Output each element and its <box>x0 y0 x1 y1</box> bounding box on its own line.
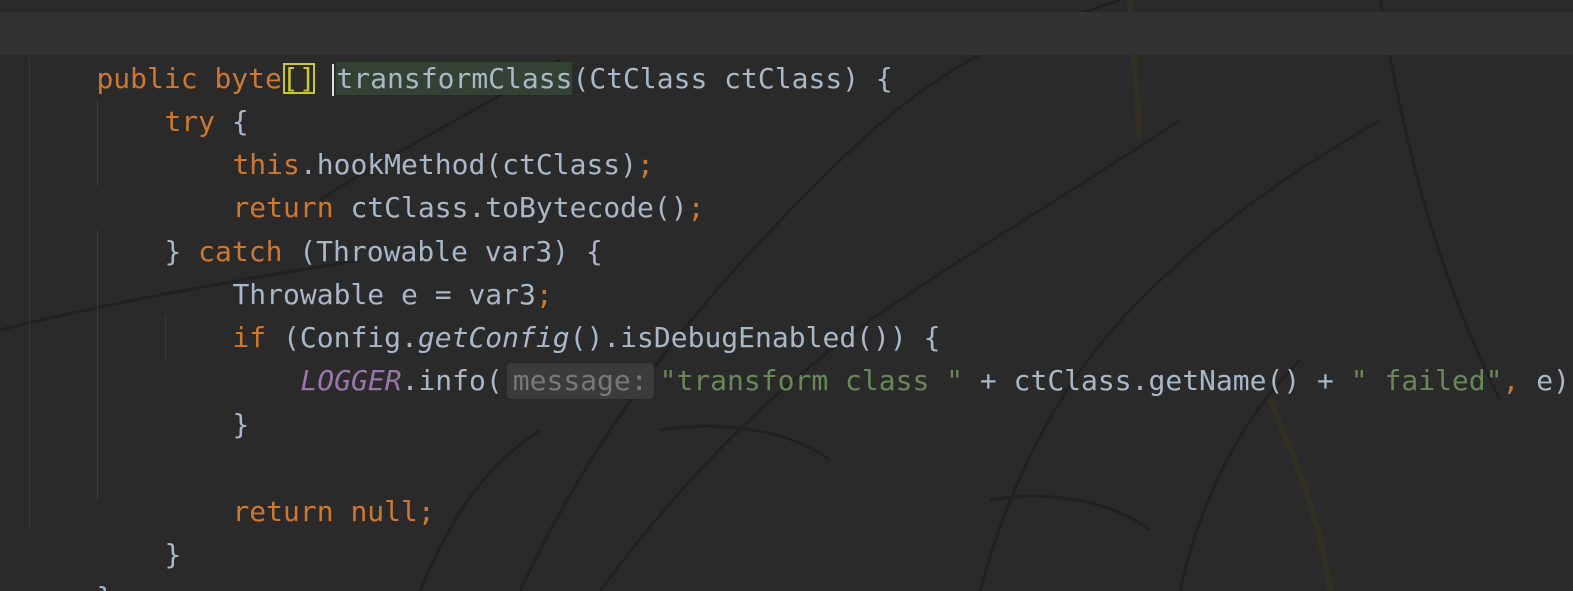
semicolon-token: ; <box>417 495 435 528</box>
code-editor[interactable]: public byte[] transformClass(CtClass ctC… <box>0 0 1573 591</box>
closing-brace-token: } <box>96 581 113 591</box>
parameter-hint: message: <box>506 363 654 399</box>
code-line-return-null[interactable]: return null; <box>165 447 434 528</box>
code-line-close-method[interactable]: } <box>29 533 113 591</box>
method-name-token: transformClass <box>336 62 573 95</box>
keyword-token: return null <box>232 495 418 528</box>
code-line-return-bytecode[interactable]: return ctClass.toBytecode(); <box>165 143 704 224</box>
code-token: .info( <box>401 364 503 397</box>
closing-brace-token: } <box>232 408 250 441</box>
static-field-token: LOGGER <box>300 364 402 397</box>
code-line-throwable-assign[interactable]: Throwable e = var3; <box>165 230 552 311</box>
closing-brace-token: } <box>164 538 182 571</box>
code-line-logger-info[interactable]: LOGGER.info(message: "transform class " +… <box>233 316 1573 399</box>
code-token: + ctClass.getName() + <box>963 364 1351 397</box>
text-caret <box>332 64 335 96</box>
code-token: (CtClass ctClass) { <box>572 62 893 95</box>
comma-token: , <box>1502 364 1520 397</box>
code-line-close-catch[interactable]: } <box>97 490 181 571</box>
code-line-close-if[interactable]: } <box>165 360 249 441</box>
matched-bracket-token: [] <box>281 62 316 95</box>
code-line-if-debug[interactable]: if (Config.getConfig().isDebugEnabled())… <box>165 273 940 354</box>
code-line-hook-method[interactable]: this.hookMethod(ctClass); <box>165 100 653 181</box>
string-literal-token: "transform class " <box>659 364 964 397</box>
code-line-try[interactable]: try { <box>97 57 248 138</box>
string-literal-token: " failed" <box>1350 364 1503 397</box>
semicolon-token: ; <box>687 191 705 224</box>
code-line-method-signature[interactable]: public byte[] transformClass(CtClass ctC… <box>29 14 893 96</box>
code-token: e) <box>1519 364 1570 397</box>
code-line-catch[interactable]: } catch (Throwable var3) { <box>97 187 602 268</box>
